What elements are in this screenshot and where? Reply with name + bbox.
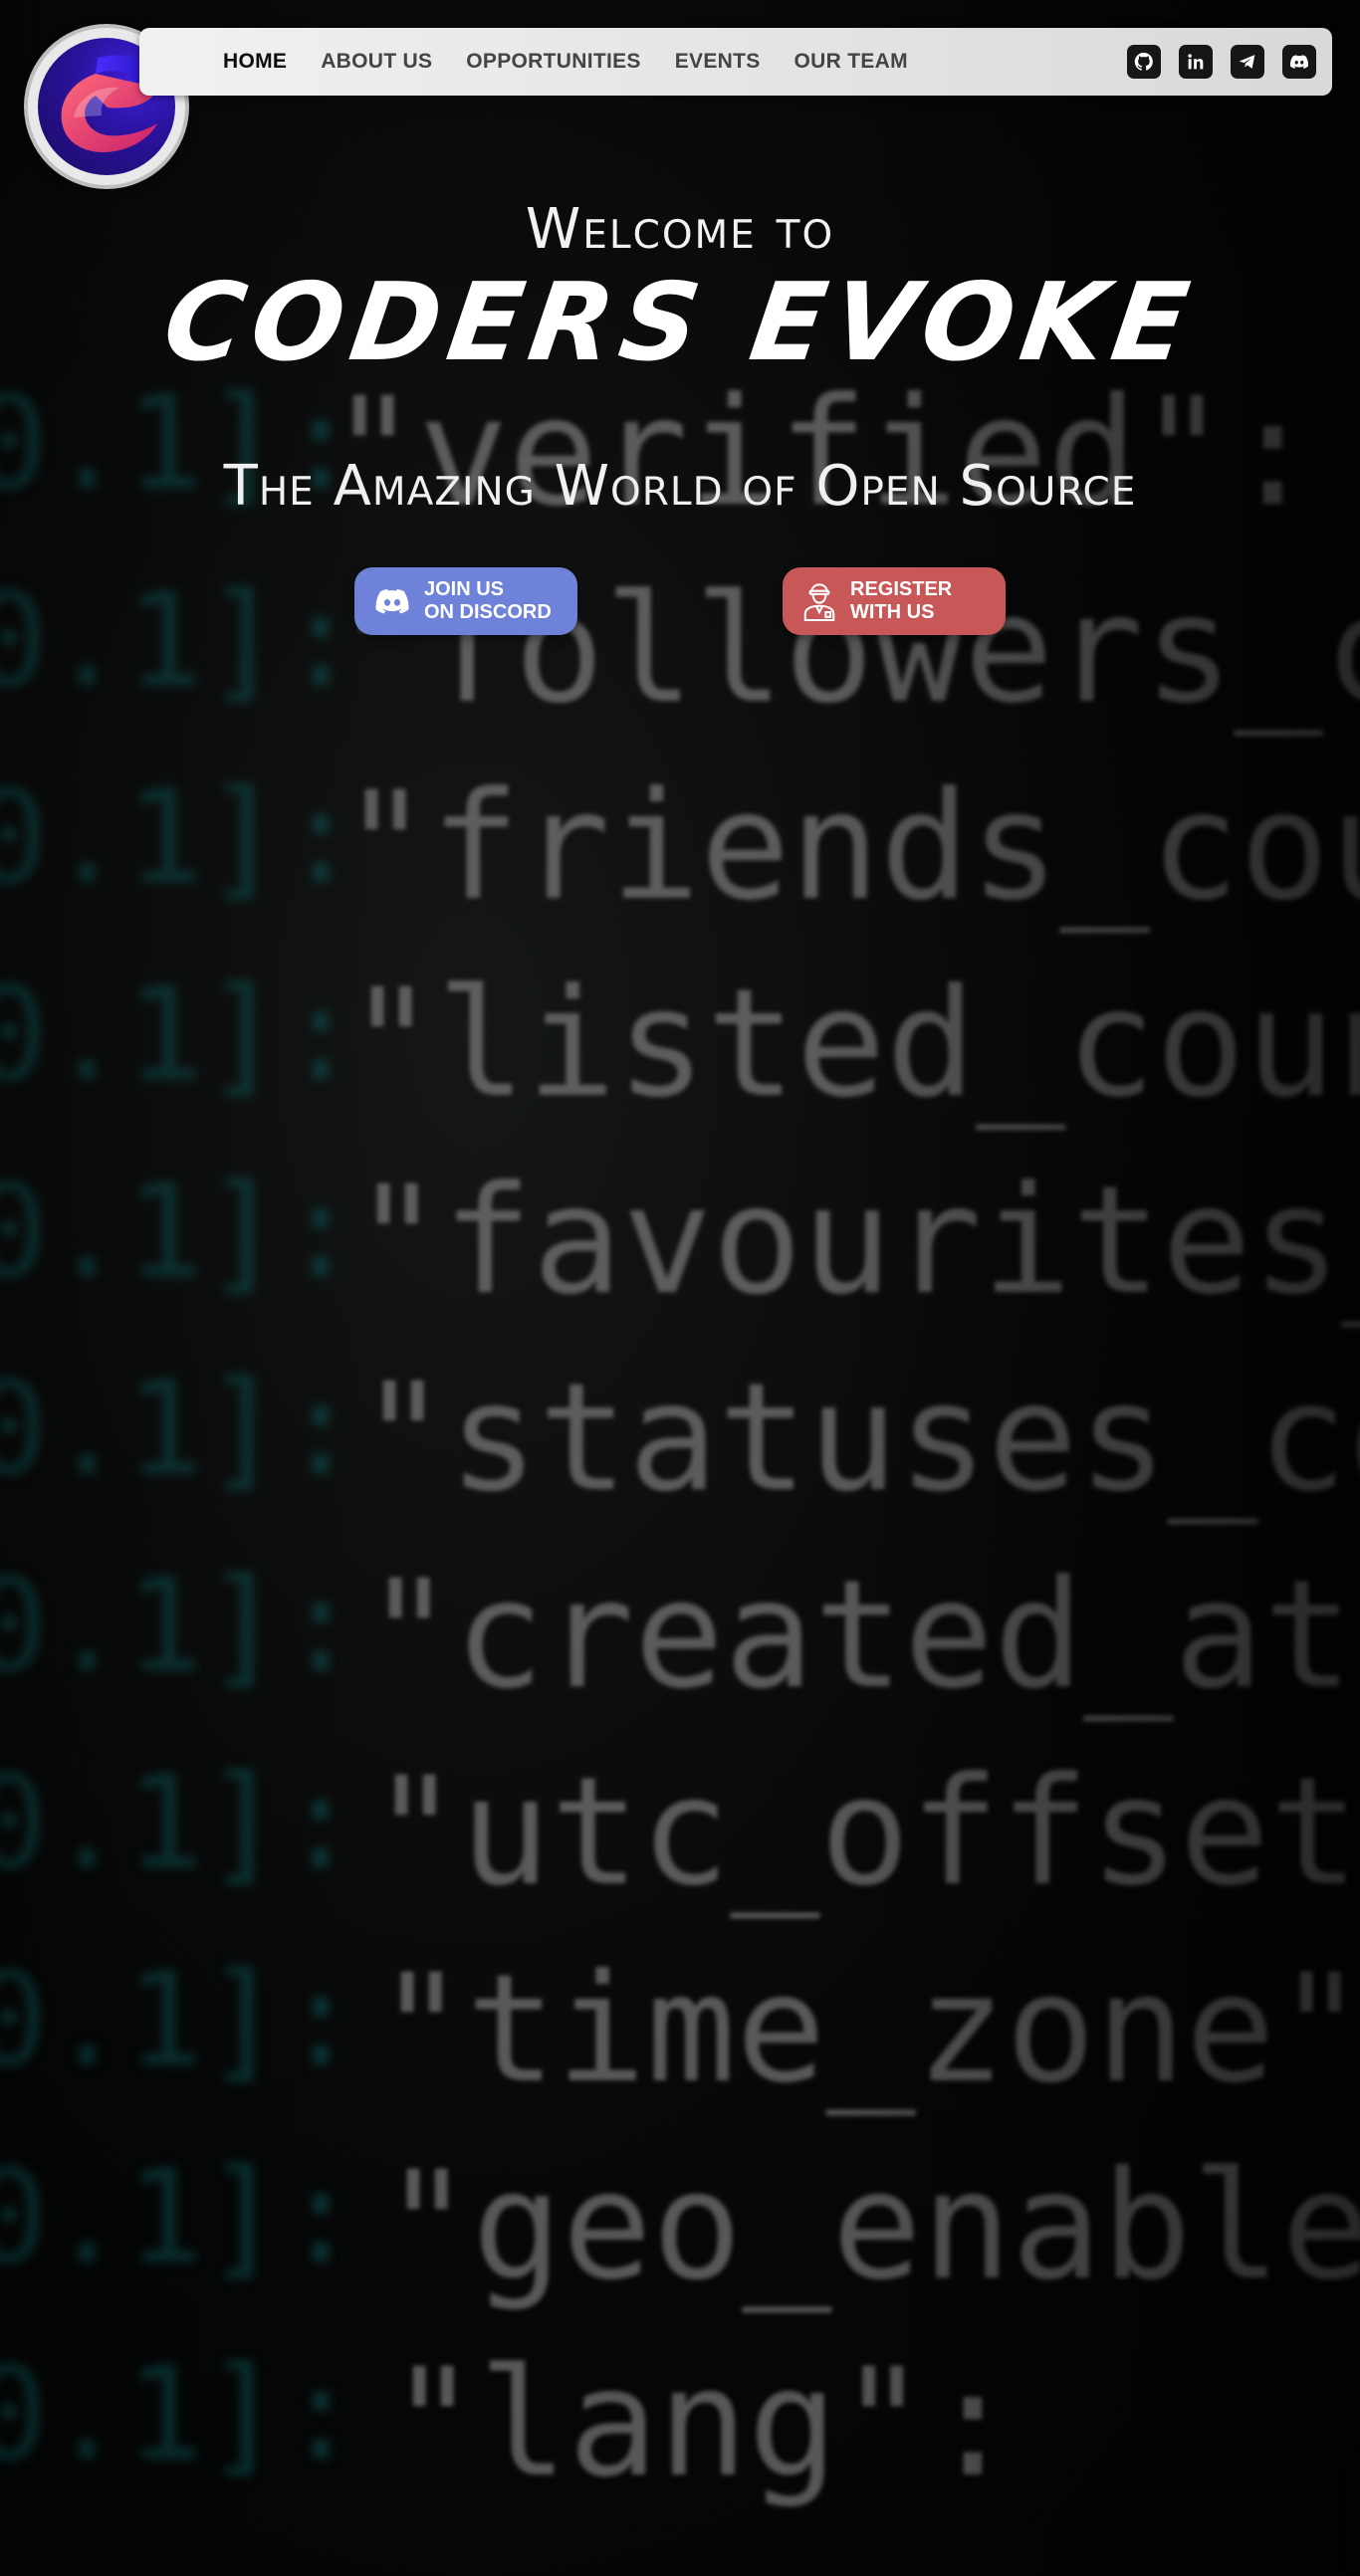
discord-link[interactable] bbox=[1282, 45, 1316, 79]
join-discord-line2: ON DISCORD bbox=[424, 601, 552, 623]
linkedin-icon bbox=[1188, 54, 1204, 70]
nav-our-team[interactable]: OUR TEAM bbox=[794, 50, 908, 74]
nav-about-us[interactable]: ABOUT US bbox=[321, 50, 432, 74]
join-discord-label: JOIN US ON DISCORD bbox=[424, 578, 552, 624]
top-navbar: HOME ABOUT US OPPORTUNITIES EVENTS OUR T… bbox=[139, 28, 1332, 96]
join-discord-button[interactable]: JOIN US ON DISCORD bbox=[354, 567, 577, 635]
register-line2: WITH US bbox=[850, 601, 935, 623]
hero-title: CODERS EVOKE bbox=[156, 261, 1204, 385]
background-code-image: 0.1]:"verified":0.1]:"followers_count"0.… bbox=[0, 0, 1360, 2576]
telegram-icon bbox=[1239, 55, 1255, 69]
nav-opportunities[interactable]: OPPORTUNITIES bbox=[466, 50, 640, 74]
social-links bbox=[1127, 45, 1316, 79]
telegram-link[interactable] bbox=[1231, 45, 1264, 79]
linkedin-link[interactable] bbox=[1179, 45, 1213, 79]
hero-subtitle: The Amazing World of Open Source bbox=[223, 454, 1137, 519]
nav-home[interactable]: HOME bbox=[223, 50, 287, 74]
github-link[interactable] bbox=[1127, 45, 1161, 79]
nav-links: HOME ABOUT US OPPORTUNITIES EVENTS OUR T… bbox=[223, 28, 908, 96]
discord-icon bbox=[375, 588, 409, 614]
hero-welcome-text: Welcome to bbox=[525, 197, 835, 262]
register-label: REGISTER WITH US bbox=[850, 578, 952, 624]
user-icon bbox=[803, 583, 835, 622]
register-button[interactable]: REGISTER WITH US bbox=[783, 567, 1006, 635]
register-line1: REGISTER bbox=[850, 578, 953, 600]
discord-icon bbox=[1289, 55, 1309, 69]
join-discord-line1: JOIN US bbox=[424, 578, 505, 600]
background-vignette bbox=[0, 0, 1360, 2576]
nav-events[interactable]: EVENTS bbox=[675, 50, 761, 74]
github-icon bbox=[1134, 52, 1153, 71]
